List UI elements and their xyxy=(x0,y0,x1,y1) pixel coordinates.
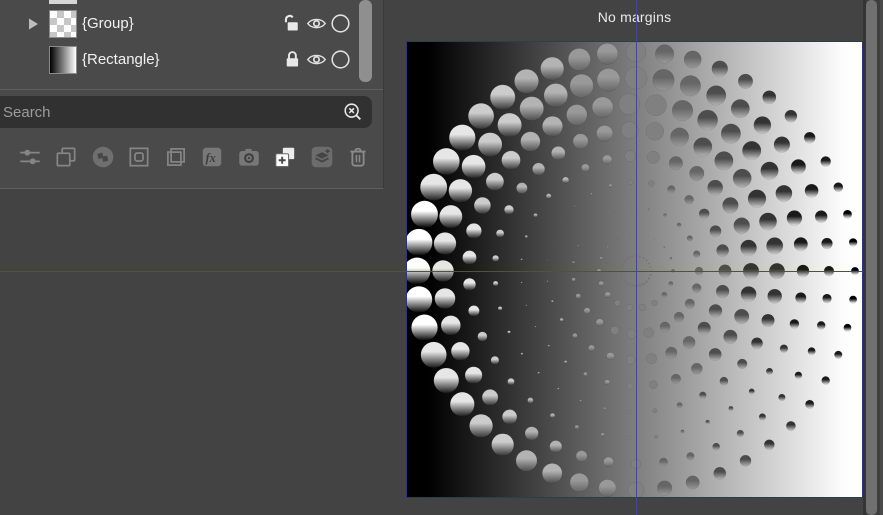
visibility-eye-icon[interactable] xyxy=(305,13,328,34)
layer-thumbnail-checkerboard[interactable] xyxy=(49,10,77,38)
halftone-sphere-pattern xyxy=(407,42,862,497)
panel-scrollbar-thumb[interactable] xyxy=(359,0,372,82)
blend-options-icon[interactable] xyxy=(90,144,116,170)
add-layer-group-icon[interactable] xyxy=(309,144,335,170)
application-window: No margins {Group} xyxy=(0,0,883,515)
svg-text:fx: fx xyxy=(206,151,216,165)
search-field[interactable] xyxy=(0,96,372,128)
visibility-eye-icon[interactable] xyxy=(305,49,328,70)
layer-row-rectangle[interactable]: {Rectangle} xyxy=(0,42,360,78)
layer-row-group[interactable]: {Group} xyxy=(0,6,360,42)
mask-layer-icon[interactable] xyxy=(126,144,152,170)
adjustments-icon[interactable] xyxy=(17,144,43,170)
search-clear-icon[interactable] xyxy=(342,101,364,123)
duplicate-layer-icon[interactable] xyxy=(53,144,79,170)
lock-open-icon[interactable] xyxy=(282,13,303,34)
clip-layer-icon[interactable] xyxy=(163,144,189,170)
layer-thumbnail-gradient[interactable] xyxy=(49,46,77,74)
panel-separator xyxy=(0,89,383,90)
layer-effects-icon[interactable]: fx xyxy=(199,144,225,170)
partial-layer-thumbnail[interactable] xyxy=(49,0,77,4)
snapshot-camera-icon[interactable] xyxy=(236,144,262,170)
artboard[interactable] xyxy=(406,41,863,498)
selection-circle-icon[interactable] xyxy=(330,13,351,34)
lock-closed-icon[interactable] xyxy=(282,49,303,70)
artboard-label[interactable]: No margins xyxy=(406,9,863,25)
layer-label: {Group} xyxy=(82,6,134,42)
selection-circle-icon[interactable] xyxy=(330,49,351,70)
expander-arrow-icon[interactable] xyxy=(28,18,39,30)
layers-toolbar: fx xyxy=(0,144,383,176)
search-input[interactable] xyxy=(0,96,372,128)
delete-layer-icon[interactable] xyxy=(345,144,371,170)
add-layer-icon[interactable] xyxy=(272,144,298,170)
horizontal-guide[interactable] xyxy=(0,271,883,272)
layers-panel: {Group} {Rectangle} xyxy=(0,0,384,189)
vertical-guide[interactable] xyxy=(636,0,637,515)
layer-label: {Rectangle} xyxy=(82,42,160,78)
right-scrollbar-thumb[interactable] xyxy=(866,0,877,515)
right-scrollbar[interactable] xyxy=(863,0,883,515)
